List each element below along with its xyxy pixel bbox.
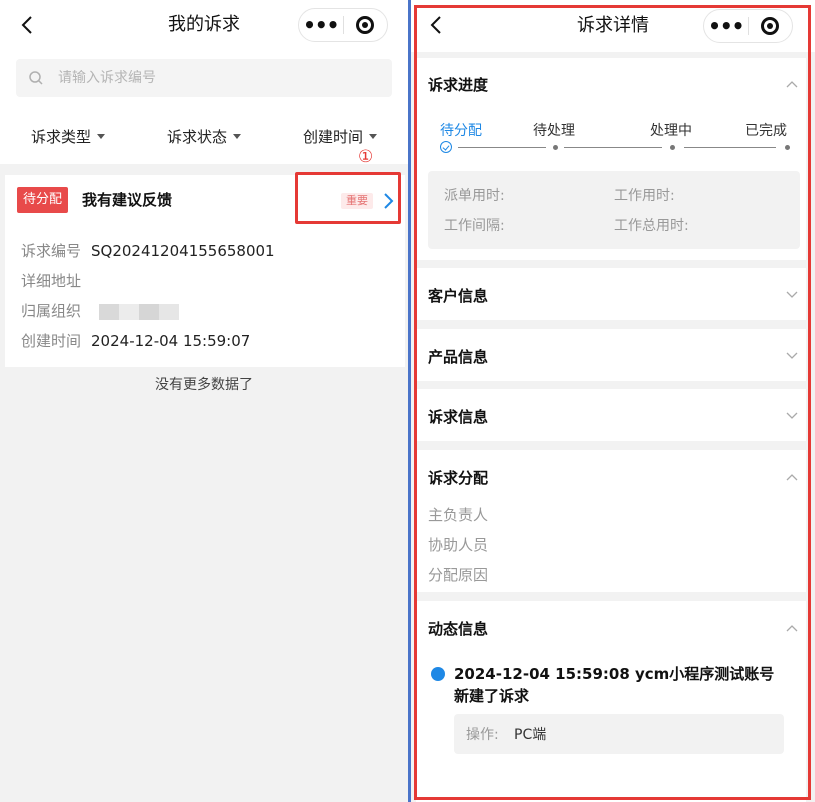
filter-label: 诉求状态 <box>166 127 227 146</box>
search-input[interactable] <box>58 70 358 86</box>
activity-section: 动态信息 2024-12-04 15:59:08 ycm小程序测试账号 新建了诉… <box>416 601 806 802</box>
chevron-up-icon[interactable] <box>786 80 798 88</box>
close-miniprogram-icon[interactable] <box>343 9 387 41</box>
step-pending-process: 待处理 <box>533 123 575 139</box>
filter-appeal-status[interactable]: 诉求状态 <box>136 108 272 164</box>
priority-badge: 重要 <box>341 193 373 209</box>
chevron-down-icon[interactable] <box>786 352 798 360</box>
field-key: 归属组织 <box>21 302 82 320</box>
total-work-time-label: 工作总用时: <box>614 218 689 234</box>
check-circle-icon <box>440 141 452 153</box>
filter-label: 创建时间 <box>302 127 363 146</box>
step-processing: 处理中 <box>650 123 692 139</box>
card-title: 我有建议反馈 <box>82 191 173 209</box>
progress-section: 诉求进度 待分配 待处理 处理中 已完成 派单用时: 工作用时: 工作间隔: 工… <box>416 58 806 260</box>
capsule-menu: ••• <box>298 8 388 42</box>
chevron-right-icon[interactable] <box>381 191 395 211</box>
appeal-info-section[interactable]: 诉求信息 <box>416 389 806 441</box>
filter-label: 诉求类型 <box>30 127 91 146</box>
assign-reason-label: 分配原因 <box>428 566 489 584</box>
more-icon[interactable]: ••• <box>704 10 748 42</box>
field-created-time: 创建时间 2024-12-04 15:59:07 <box>21 326 250 356</box>
caret-down-icon <box>97 133 105 139</box>
status-badge: 待分配 <box>17 187 69 213</box>
section-title: 诉求分配 <box>428 469 489 487</box>
main-owner-label: 主负责人 <box>428 506 489 524</box>
field-key: 详细地址 <box>21 272 82 290</box>
step-connector <box>684 147 776 148</box>
caret-down-icon <box>369 133 377 139</box>
redacted-value <box>99 303 180 320</box>
caret-down-icon <box>233 133 241 139</box>
section-title: 诉求信息 <box>428 408 489 426</box>
annotation-marker: ① <box>358 147 374 167</box>
navigation-bar: 诉求详情 ••• <box>411 0 815 52</box>
field-appeal-number: 诉求编号 SQ20241204155658001 <box>21 236 275 266</box>
card-header: 待分配 我有建议反馈 重要 <box>5 175 405 225</box>
work-interval-label: 工作间隔: <box>444 218 505 234</box>
timeline-dot <box>431 667 445 681</box>
no-more-data-text: 没有更多数据了 <box>155 377 253 393</box>
assistants-label: 协助人员 <box>428 536 489 554</box>
section-title: 产品信息 <box>428 348 489 366</box>
operation-box: 操作: PC端 <box>454 714 784 754</box>
search-section <box>0 50 408 108</box>
appeal-card[interactable]: 待分配 我有建议反馈 重要 诉求编号 SQ20241204155658001 详细… <box>5 175 405 367</box>
field-value: 2024-12-04 15:59:07 <box>91 332 251 350</box>
step-dot <box>785 145 790 150</box>
section-title: 诉求进度 <box>428 76 489 94</box>
field-value: SQ20241204155658001 <box>91 242 275 260</box>
section-title: 客户信息 <box>428 287 489 305</box>
chevron-down-icon[interactable] <box>786 291 798 299</box>
appeal-detail-screen: 诉求详情 ••• 诉求进度 待分配 待处理 处理中 已完成 派单用时: 工作用时… <box>411 0 815 802</box>
assignment-section: 诉求分配 主负责人 协助人员 分配原因 <box>416 450 806 592</box>
step-connector <box>564 147 662 148</box>
step-connector <box>458 147 546 148</box>
filter-bar: 诉求类型 诉求状态 创建时间 <box>0 108 408 164</box>
dispatch-time-label: 派单用时: <box>444 188 505 204</box>
activity-header: 2024-12-04 15:59:08 ycm小程序测试账号 <box>454 665 775 683</box>
appeal-list-screen: 我的诉求 ••• 诉求类型 诉求状态 创建时间 ① 待分配 我有建议反馈 重要 … <box>0 0 408 802</box>
chevron-down-icon[interactable] <box>786 412 798 420</box>
section-title: 动态信息 <box>428 620 489 638</box>
field-key: 诉求编号 <box>21 242 82 260</box>
chevron-up-icon[interactable] <box>786 624 798 632</box>
product-info-section[interactable]: 产品信息 <box>416 329 806 381</box>
step-completed: 已完成 <box>745 123 787 139</box>
field-organization: 归属组织 <box>21 296 180 326</box>
filter-created-time[interactable]: 创建时间 <box>272 108 408 164</box>
work-time-label: 工作用时: <box>614 188 675 204</box>
chevron-up-icon[interactable] <box>786 473 798 481</box>
filter-appeal-type[interactable]: 诉求类型 <box>0 108 136 164</box>
search-icon <box>29 71 43 85</box>
customer-info-section[interactable]: 客户信息 <box>416 268 806 320</box>
operation-key: 操作: <box>466 727 499 743</box>
step-dot <box>670 145 675 150</box>
operation-value: PC端 <box>514 727 547 743</box>
navigation-bar: 我的诉求 ••• <box>0 0 408 50</box>
more-icon[interactable]: ••• <box>299 9 343 41</box>
step-dot <box>553 145 558 150</box>
field-address: 详细地址 <box>21 266 91 296</box>
search-box[interactable] <box>16 59 392 97</box>
capsule-menu: ••• <box>703 9 793 43</box>
step-pending-assign: 待分配 <box>440 123 482 139</box>
time-stats-box: 派单用时: 工作用时: 工作间隔: 工作总用时: <box>428 171 800 249</box>
close-miniprogram-icon[interactable] <box>748 10 792 42</box>
field-key: 创建时间 <box>21 332 82 350</box>
activity-description: 新建了诉求 <box>454 687 530 705</box>
